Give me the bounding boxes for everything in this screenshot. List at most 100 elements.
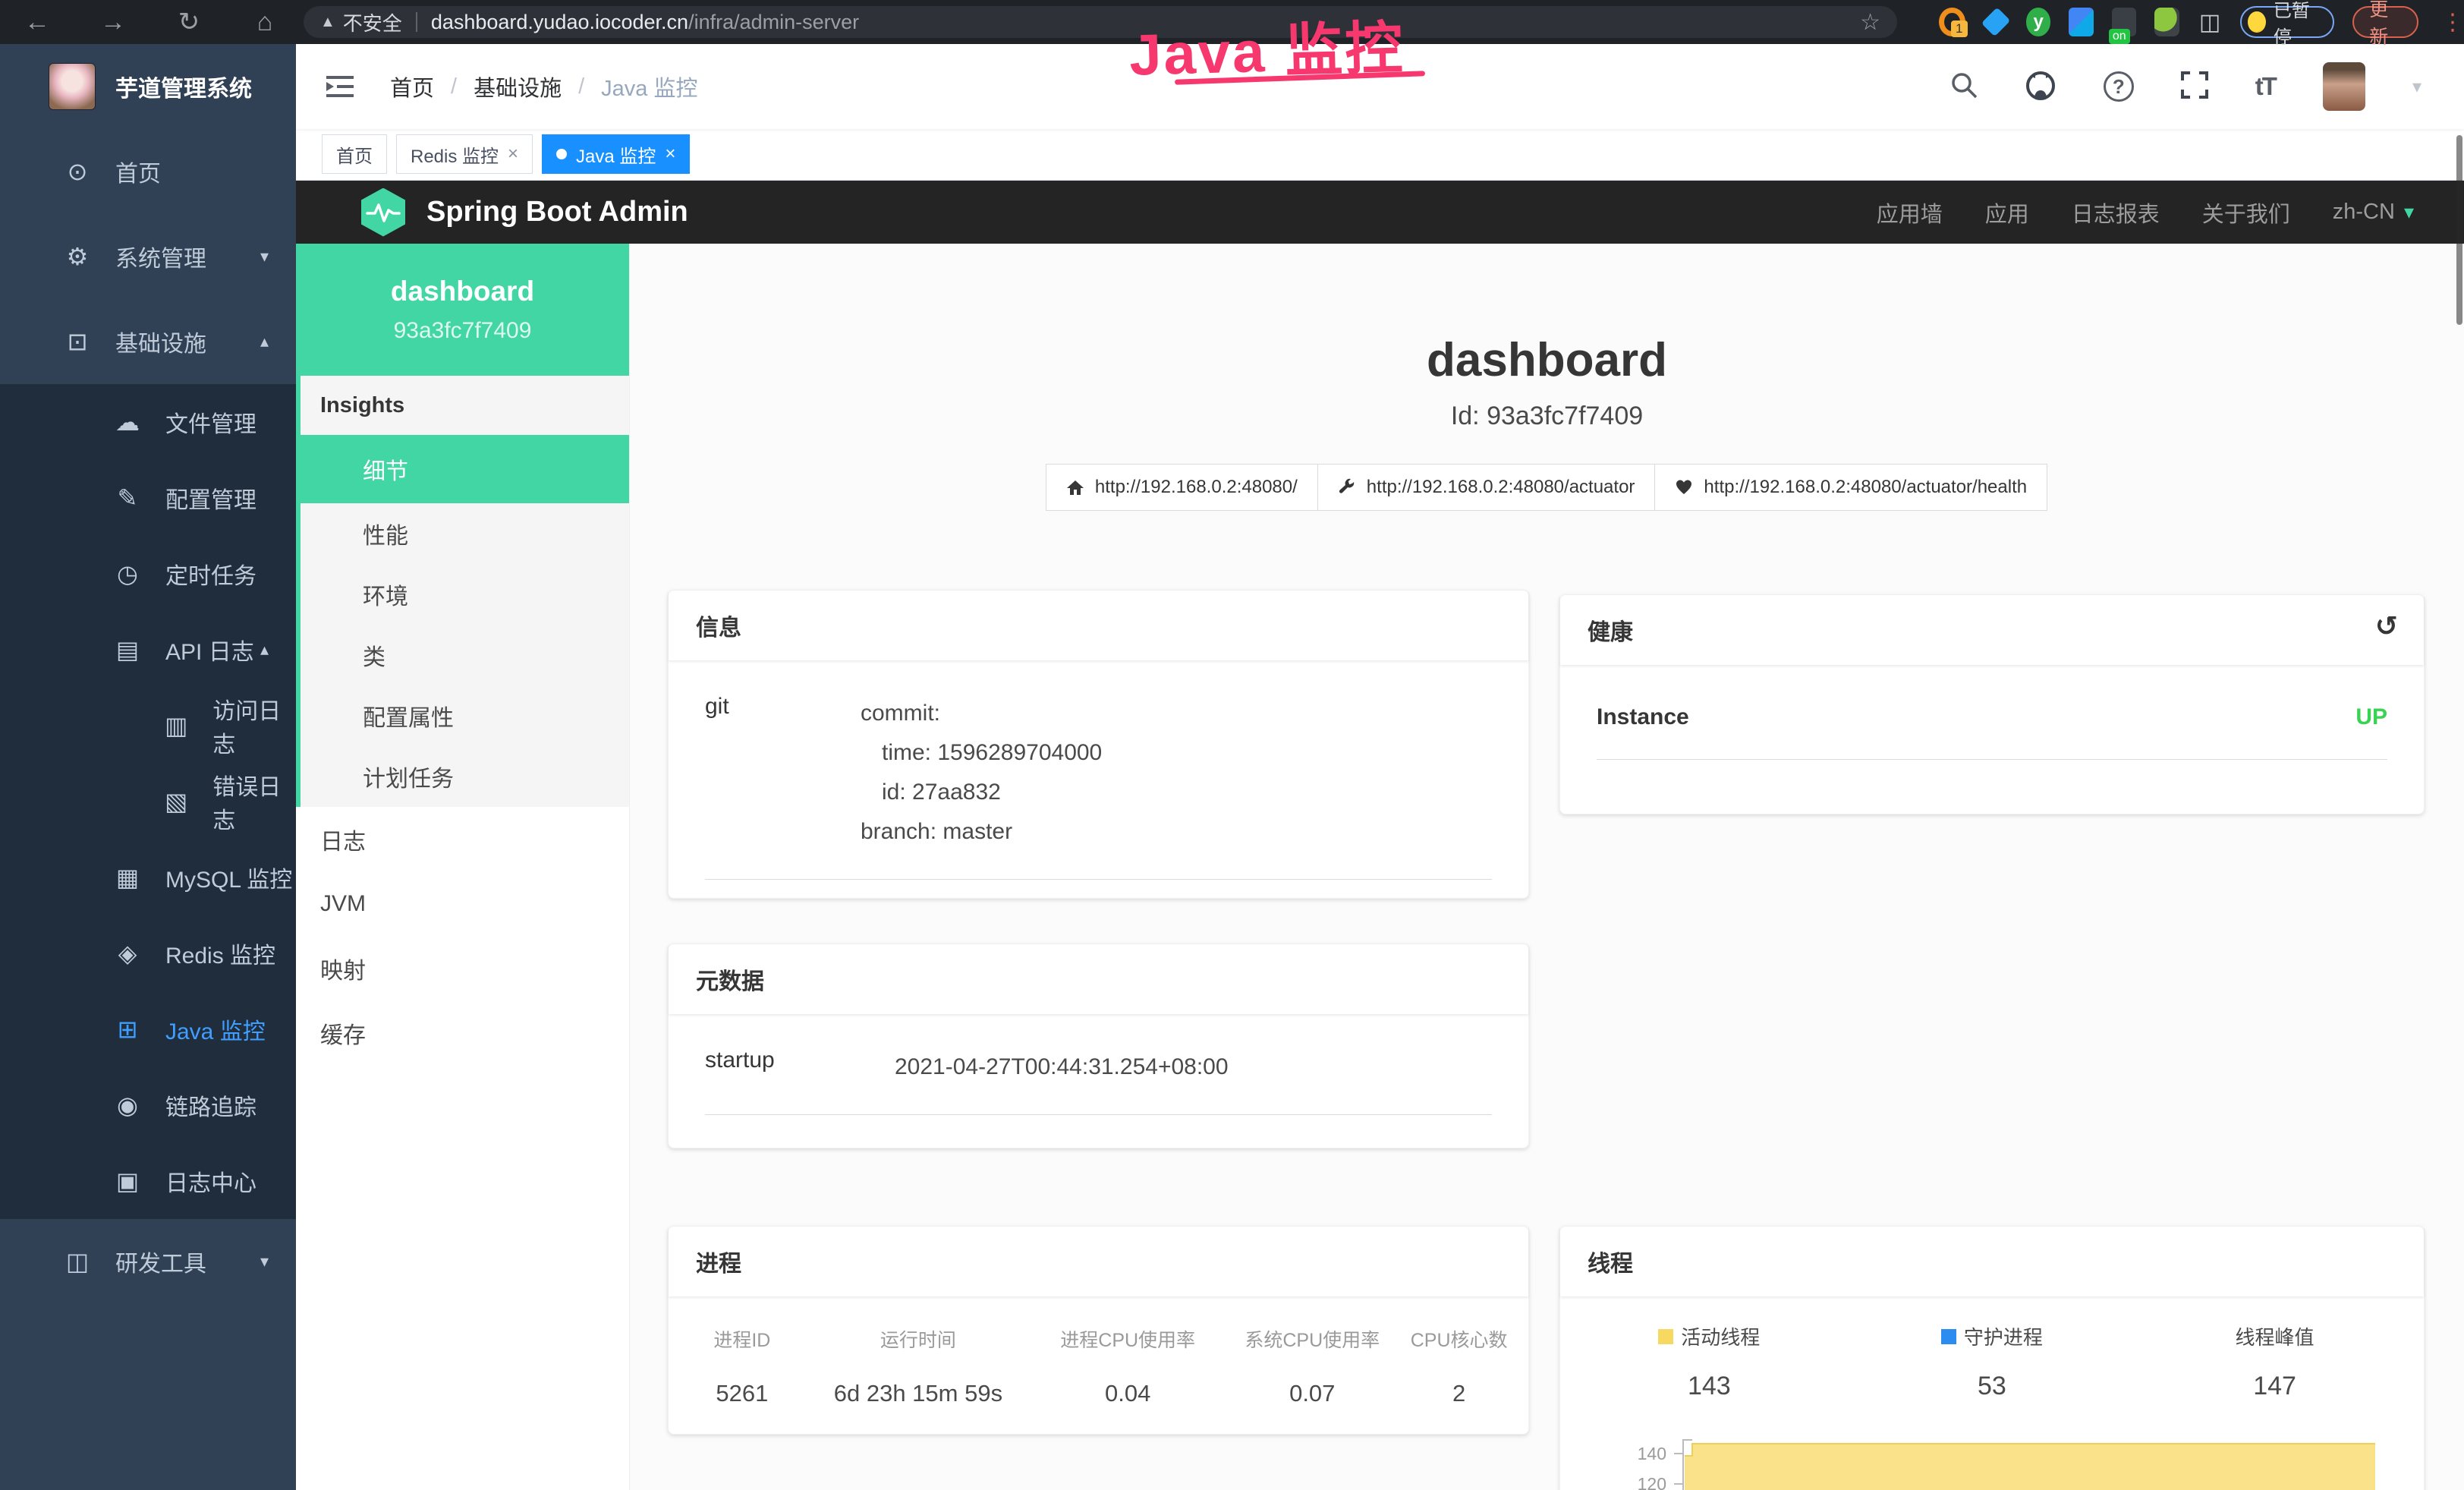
- back-icon[interactable]: ←: [21, 8, 53, 37]
- app-logo-row[interactable]: 芋道管理系统: [0, 44, 296, 129]
- process-card-title: 进程: [669, 1227, 1528, 1296]
- extension-orange-icon[interactable]: 1: [1939, 8, 1965, 36]
- scrollbar-thumb[interactable]: [2456, 135, 2462, 325]
- metadata-card-title: 元数据: [669, 944, 1528, 1014]
- sba-nav-wallboard[interactable]: 应用墙: [1877, 197, 1943, 228]
- app-sidebar: 芋道管理系统 ⊙ 首页 ⚙ 系统管理 ▾ ⊡ 基础设施 ▴ ☁ 文件管理 ✎ 配…: [0, 44, 296, 1490]
- sba-instance-header[interactable]: dashboard 93a3fc7f7409: [296, 244, 629, 376]
- user-caret-icon[interactable]: ▾: [2412, 76, 2422, 98]
- spring-boot-admin-logo-icon[interactable]: [361, 188, 405, 237]
- extension-leaf-icon[interactable]: [2154, 8, 2179, 36]
- sidebar-item-access-logs[interactable]: ▥ 访问日志: [0, 688, 296, 764]
- git-time-line: time: 1596289704000: [861, 733, 1102, 773]
- app-logo-avatar: [49, 63, 96, 110]
- sidebar-item-java-monitor[interactable]: ⊞ Java 监控: [0, 991, 296, 1067]
- sba-title[interactable]: Spring Boot Admin: [426, 196, 688, 228]
- sba-nav: 应用墙 应用 日志报表 关于我们 zh-CN ▾: [1877, 197, 2464, 228]
- bookmark-star-icon[interactable]: ☆: [1860, 9, 1880, 36]
- tab-label: Java 监控: [576, 141, 656, 168]
- history-icon[interactable]: ↺: [2375, 610, 2398, 642]
- sidebar-item-label: 配置管理: [165, 481, 256, 515]
- sidebar-item-tracing[interactable]: ◉ 链路追踪: [0, 1067, 296, 1143]
- emoji-face-icon: [2248, 11, 2266, 33]
- tab-home[interactable]: 首页: [322, 134, 387, 174]
- help-icon[interactable]: ?: [2104, 71, 2134, 102]
- sidebar-item-infrastructure[interactable]: ⊡ 基础设施 ▴: [0, 299, 296, 384]
- extensions-puzzle-icon[interactable]: ◫: [2198, 8, 2222, 36]
- instance-home-link[interactable]: http://192.168.0.2:48080/: [1046, 464, 1318, 511]
- health-instance-row[interactable]: Instance UP: [1597, 704, 2387, 760]
- link-url: http://192.168.0.2:48080/actuator/health: [1704, 477, 2027, 498]
- sba-menu-metrics[interactable]: 性能: [301, 503, 629, 564]
- process-uptime-value: 6d 23h 15m 59s: [805, 1380, 1031, 1407]
- fullscreen-icon[interactable]: [2181, 71, 2208, 102]
- sba-menu-config-props[interactable]: 配置属性: [301, 685, 629, 746]
- breadcrumb-home[interactable]: 首页: [390, 71, 434, 102]
- sidebar-item-label: 基础设施: [115, 325, 206, 358]
- chevron-down-icon: ▾: [260, 1252, 269, 1271]
- browser-menu-icon[interactable]: ⋮: [2441, 9, 2464, 36]
- update-button[interactable]: 更新: [2352, 6, 2418, 38]
- git-branch-line: branch: master: [861, 812, 1102, 852]
- process-col-header: 进程ID: [679, 1325, 805, 1353]
- sba-nav-about[interactable]: 关于我们: [2202, 197, 2290, 228]
- sidebar-collapse-icon[interactable]: [326, 75, 354, 98]
- wrench-icon: [1338, 478, 1356, 496]
- sba-menu-logs[interactable]: 日志: [296, 807, 629, 871]
- live-threads-value: 143: [1568, 1372, 1851, 1401]
- sba-menu-scheduled-tasks[interactable]: 计划任务: [301, 746, 629, 807]
- sba-menu-mappings[interactable]: 映射: [296, 936, 629, 1000]
- tab-redis-monitor[interactable]: Redis 监控 ×: [396, 134, 533, 174]
- instance-health-link[interactable]: http://192.168.0.2:48080/actuator/health: [1654, 464, 2047, 511]
- search-icon[interactable]: [1950, 71, 1978, 102]
- extension-pin-icon[interactable]: [1981, 8, 2010, 37]
- sba-menu-details[interactable]: 细节: [296, 435, 629, 503]
- instance-actuator-link[interactable]: http://192.168.0.2:48080/actuator: [1317, 464, 1656, 511]
- extension-green-icon[interactable]: y: [2026, 8, 2050, 36]
- sidebar-item-system-mgmt[interactable]: ⚙ 系统管理 ▾: [0, 214, 296, 299]
- close-icon[interactable]: ×: [508, 143, 518, 165]
- page-subtitle: Id: 93a3fc7f7409: [630, 402, 2464, 431]
- sba-menu-jvm[interactable]: JVM: [296, 871, 629, 936]
- user-avatar[interactable]: [2323, 62, 2365, 111]
- sidebar-item-config-mgmt[interactable]: ✎ 配置管理: [0, 460, 296, 536]
- sidebar-item-home[interactable]: ⊙ 首页: [0, 129, 296, 214]
- sidebar-item-label: 错误日志: [212, 768, 296, 835]
- security-warning-icon: ▲: [320, 14, 335, 31]
- java-icon: ⊞: [111, 1015, 144, 1044]
- sba-menu-caches[interactable]: 缓存: [296, 1000, 629, 1065]
- sba-nav-applications[interactable]: 应用: [1985, 197, 2029, 228]
- github-icon[interactable]: [2025, 70, 2056, 104]
- home-icon[interactable]: ⌂: [249, 8, 281, 37]
- sba-insights-title: Insights: [301, 376, 629, 435]
- sba-header: Spring Boot Admin 应用墙 应用 日志报表 关于我们 zh-CN…: [296, 181, 2464, 244]
- paused-badge[interactable]: 已暂停: [2240, 6, 2334, 38]
- address-bar[interactable]: ▲ 不安全 dashboard.yudao.iocoder.cn /infra/…: [304, 6, 1897, 38]
- process-cpu-value: 0.04: [1031, 1380, 1224, 1407]
- sba-language-select[interactable]: zh-CN ▾: [2333, 200, 2414, 225]
- text-size-icon[interactable]: tT: [2255, 72, 2276, 101]
- forward-icon[interactable]: →: [97, 8, 129, 37]
- access-log-icon: ▥: [161, 711, 191, 740]
- sba-nav-journal[interactable]: 日志报表: [2072, 197, 2160, 228]
- close-icon[interactable]: ×: [665, 143, 675, 165]
- sidebar-item-dev-tools[interactable]: ◫ 研发工具 ▾: [0, 1219, 296, 1304]
- sba-menu-environment[interactable]: 环境: [301, 564, 629, 625]
- sidebar-item-api-logs[interactable]: ▤ API 日志 ▴: [0, 612, 296, 688]
- log-center-icon: ▣: [111, 1167, 144, 1195]
- sidebar-item-log-center[interactable]: ▣ 日志中心: [0, 1143, 296, 1219]
- sba-menu-classes[interactable]: 类: [301, 625, 629, 685]
- sidebar-item-mysql-monitor[interactable]: ▦ MySQL 监控: [0, 840, 296, 915]
- extension-grid-icon[interactable]: [2069, 8, 2093, 36]
- sidebar-submenu: ☁ 文件管理 ✎ 配置管理 ◷ 定时任务 ▤ API 日志 ▴ ▥ 访问日志 ▧…: [0, 384, 296, 1219]
- security-label[interactable]: 不安全: [343, 8, 402, 36]
- sidebar-item-file-mgmt[interactable]: ☁ 文件管理: [0, 384, 296, 460]
- tab-java-monitor[interactable]: Java 监控 ×: [542, 134, 690, 174]
- sidebar-item-redis-monitor[interactable]: ◈ Redis 监控: [0, 915, 296, 991]
- reload-icon[interactable]: ↻: [173, 7, 205, 37]
- extension-switch-icon[interactable]: on: [2112, 8, 2136, 36]
- breadcrumb-infrastructure[interactable]: 基础设施: [474, 71, 562, 102]
- sidebar-item-error-logs[interactable]: ▧ 错误日志: [0, 764, 296, 840]
- monitor-icon: ⊡: [61, 327, 94, 356]
- sidebar-item-scheduled-jobs[interactable]: ◷ 定时任务: [0, 536, 296, 612]
